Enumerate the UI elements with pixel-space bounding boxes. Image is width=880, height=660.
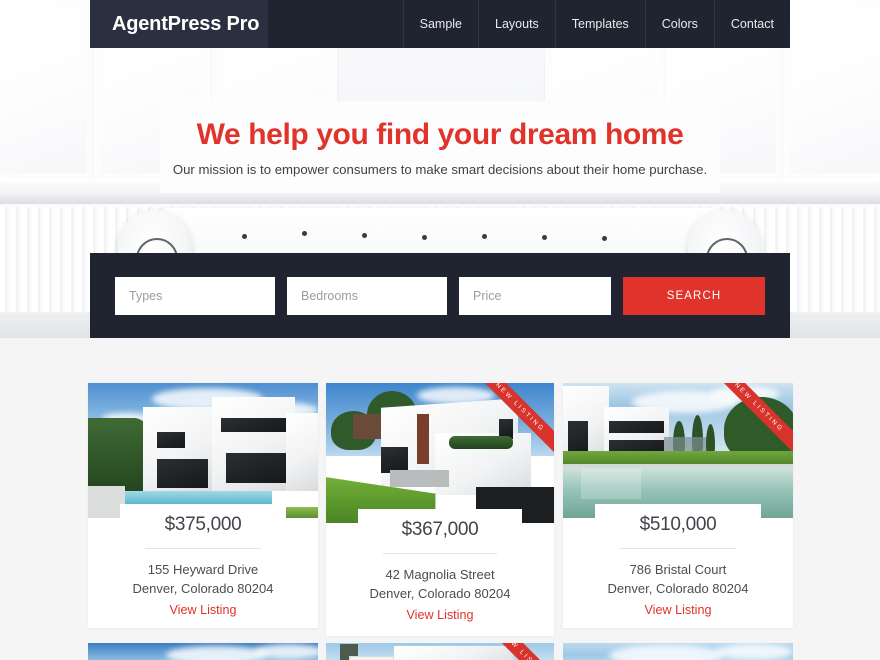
ribbon-label: NEW LISTING (472, 383, 554, 457)
listing-card[interactable]: NEW LISTING (326, 643, 554, 660)
listing-city: Denver, Colorado 80204 (607, 580, 749, 596)
property-search-form: SEARCH (90, 253, 790, 338)
price-divider (145, 548, 261, 549)
nav-item-templates[interactable]: Templates (554, 0, 645, 48)
ribbon-label: NEW LISTING (494, 643, 554, 660)
listing-card[interactable]: $375,000 155 Heyward Drive Denver, Color… (88, 383, 318, 628)
view-listing-link[interactable]: View Listing (407, 608, 474, 622)
listing-details: 786 Bristal Court Denver, Colorado 80204… (563, 549, 793, 635)
ribbon-label: NEW LISTING (711, 383, 793, 457)
window-pane (783, 0, 880, 180)
hero-subheadline: Our mission is to empower consumers to m… (172, 161, 708, 177)
price-input[interactable] (459, 276, 611, 315)
listing-price-box: $367,000 (357, 509, 523, 554)
hero-headline: We help you find your dream home (196, 117, 684, 151)
types-input[interactable] (115, 276, 275, 315)
listing-card[interactable]: NEW LISTING $367,000 42 Magnolia Street … (326, 383, 554, 636)
new-listing-ribbon: NEW LISTING (494, 643, 554, 660)
nav-item-layouts[interactable]: Layouts (478, 0, 555, 48)
site-header: AgentPress Pro Sample Layouts Templates … (90, 0, 790, 48)
search-button[interactable]: SEARCH (623, 276, 765, 315)
listings-section: $375,000 155 Heyward Drive Denver, Color… (0, 338, 880, 660)
window-pane (0, 0, 94, 180)
site-logo[interactable]: AgentPress Pro (90, 0, 268, 48)
view-listing-link[interactable]: View Listing (645, 603, 712, 617)
listing-city: Denver, Colorado 80204 (132, 580, 274, 596)
listing-city: Denver, Colorado 80204 (369, 585, 511, 601)
listing-price: $375,000 (164, 514, 242, 535)
main-navigation: Sample Layouts Templates Colors Contact (402, 0, 790, 48)
new-listing-ribbon: NEW LISTING (711, 383, 793, 465)
listing-photo: NEW LISTING (563, 383, 793, 518)
bedrooms-input[interactable] (287, 276, 447, 315)
listing-street: 786 Bristal Court (629, 562, 727, 577)
listing-street: 155 Heyward Drive (147, 562, 259, 577)
listing-details: 155 Heyward Drive Denver, Colorado 80204… (88, 549, 318, 635)
nav-item-sample[interactable]: Sample (402, 0, 478, 48)
listing-card[interactable] (88, 643, 318, 660)
nav-item-colors[interactable]: Colors (644, 0, 714, 48)
site-title: AgentPress Pro (112, 12, 260, 35)
listing-price: $510,000 (639, 514, 717, 535)
hero-banner: We help you find your dream home Our mis… (160, 101, 720, 193)
listing-photo: NEW LISTING (326, 383, 554, 523)
listing-street: 42 Magnolia Street (385, 567, 495, 582)
listing-card[interactable]: NEW LISTING $510,000 786 Bristal Court D… (563, 383, 793, 628)
listing-photo (88, 383, 318, 518)
price-divider (382, 553, 498, 554)
listing-card[interactable] (563, 643, 793, 660)
new-listing-ribbon: NEW LISTING (472, 383, 554, 465)
listing-price: $367,000 (401, 519, 479, 540)
page-root: AgentPress Pro Sample Layouts Templates … (0, 0, 880, 660)
nav-item-contact[interactable]: Contact (713, 0, 790, 48)
listing-price-box: $375,000 (120, 504, 286, 549)
view-listing-link[interactable]: View Listing (170, 603, 237, 617)
price-divider (620, 548, 736, 549)
listing-details: 42 Magnolia Street Denver, Colorado 8020… (326, 554, 554, 640)
listing-price-box: $510,000 (595, 504, 761, 549)
